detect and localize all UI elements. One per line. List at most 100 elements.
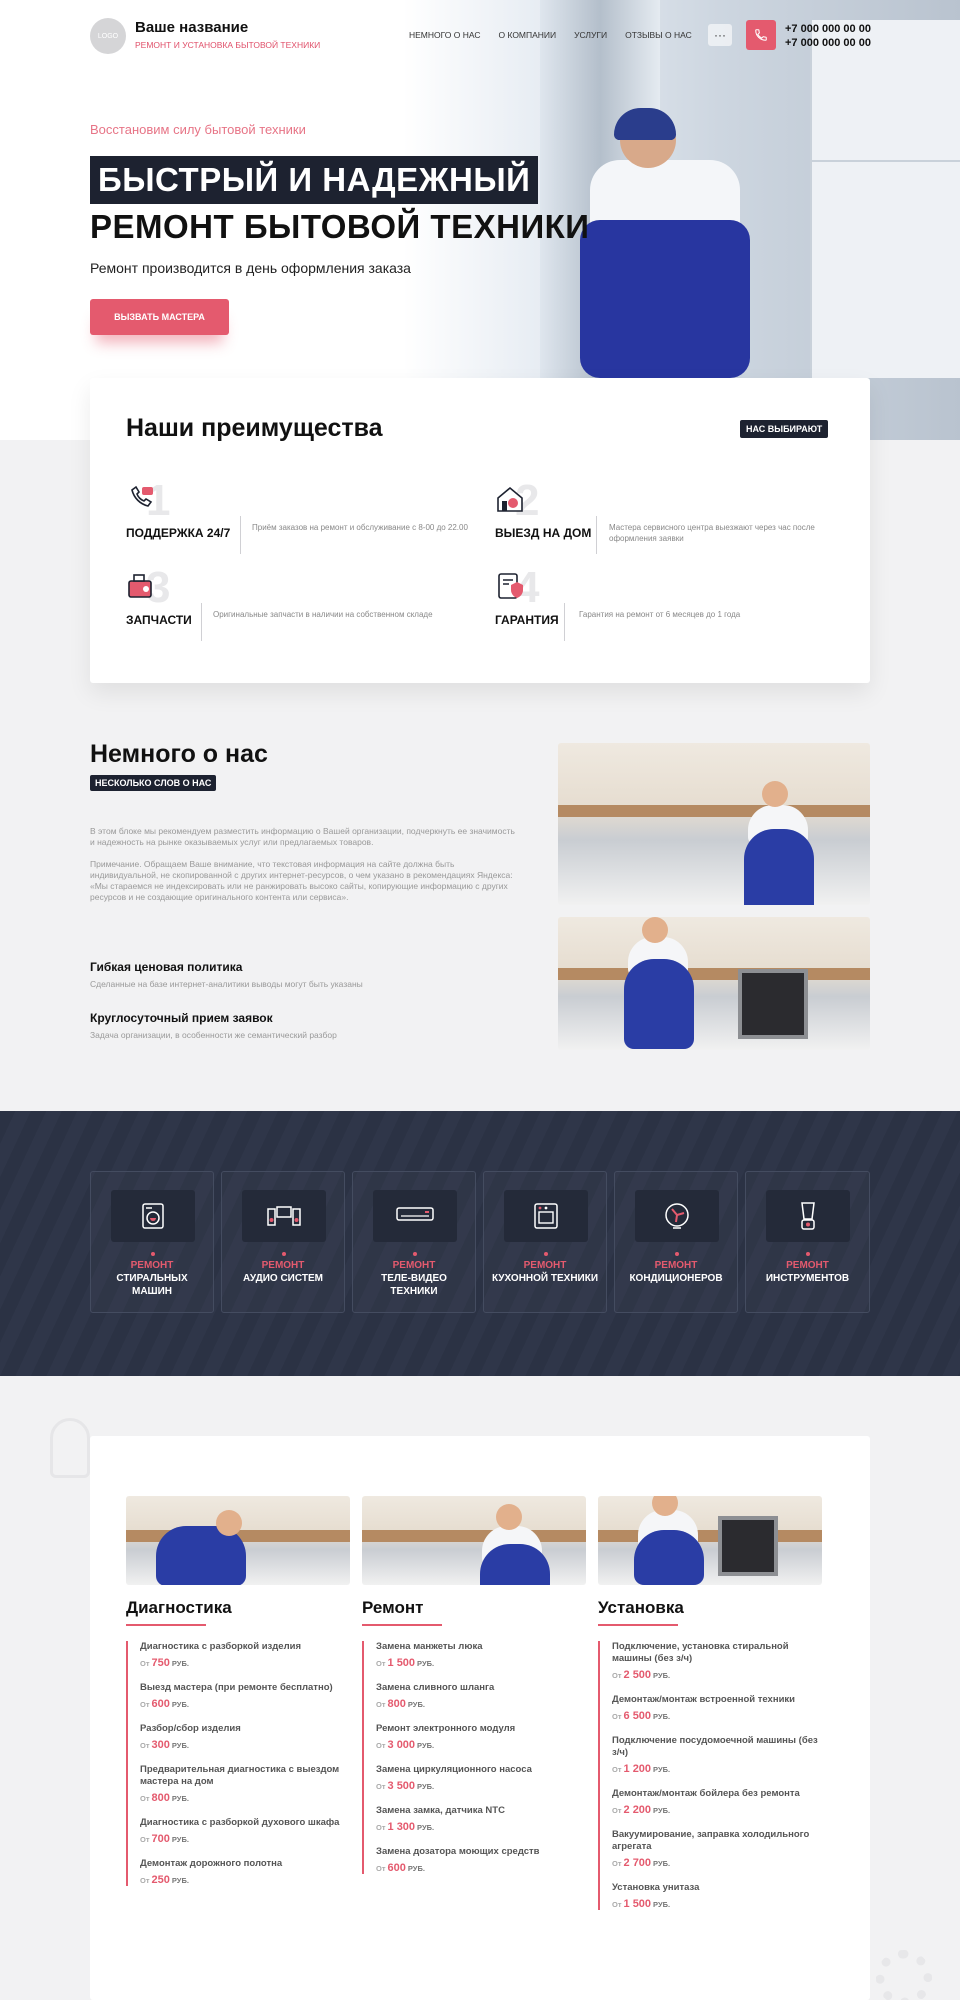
- parts-icon: [128, 574, 152, 598]
- price-item: Предварительная диагностика с выездом ма…: [140, 1764, 350, 1804]
- phone-number-1[interactable]: +7 000 000 00 00: [785, 22, 871, 36]
- price-item-name: Демонтаж/монтаж встроенной техники: [612, 1694, 796, 1705]
- price-value: 300: [151, 1739, 170, 1751]
- call-button[interactable]: [746, 20, 776, 50]
- price-item-name: Вакуумирование, заправка холодильного аг…: [612, 1829, 810, 1852]
- service-label-prefix: РЕМОНТ: [523, 1260, 567, 1271]
- feature-desc: Задача организации, в особенности же сем…: [90, 1030, 337, 1040]
- price-item: Ремонт электронного модуля От 3 000 РУБ.: [376, 1723, 586, 1751]
- service-label-prefix: РЕМОНТ: [786, 1260, 829, 1271]
- brand-name: Ваше название: [135, 19, 249, 36]
- advantage-desc: Гарантия на ремонт от 6 месяцев до 1 год…: [579, 610, 741, 619]
- about-photo-dishwasher: [558, 743, 870, 905]
- service-card-kitchen[interactable]: РЕМОНТ КУХОННОЙ ТЕХНИКИ: [483, 1171, 607, 1313]
- price-currency: РУБ.: [417, 1741, 435, 1750]
- price-value: 6 500: [623, 1710, 652, 1722]
- about-note: Примечание. Обращаем Ваше внимание, что …: [90, 859, 513, 902]
- advantage-desc: Приём заказов на ремонт и обслуживание с…: [252, 523, 468, 532]
- hero-title-line2: РЕМОНТ БЫТОВОЙ ТЕХНИКИ: [90, 208, 590, 245]
- price-item-name: Диагностика с разборкой изделия: [140, 1641, 302, 1652]
- price-currency: РУБ.: [417, 1823, 435, 1832]
- advantage-desc: Оригинальные запчасти в наличии на собст…: [213, 610, 433, 619]
- service-card-conditioners[interactable]: РЕМОНТ КОНДИЦИОНЕРОВ: [614, 1171, 738, 1313]
- service-card-tv[interactable]: РЕМОНТ ТЕЛЕ-ВИДЕО ТЕХНИКИ: [352, 1171, 476, 1313]
- price-currency: РУБ.: [417, 1782, 435, 1791]
- service-card-tools[interactable]: РЕМОНТ ИНСТРУМЕНТОВ: [745, 1171, 870, 1313]
- price-item: Замена циркуляционного насоса От 3 500 РУБ.: [376, 1764, 586, 1792]
- price-currency: РУБ.: [171, 1876, 189, 1885]
- price-currency: РУБ.: [653, 1765, 671, 1774]
- price-value: 1 200: [623, 1763, 652, 1775]
- price-item: Замена манжеты люка От 1 500 РУБ.: [376, 1641, 586, 1669]
- price-item-name: Предварительная диагностика с выездом ма…: [140, 1764, 340, 1787]
- hero-title-line1: БЫСТРЫЙ И НАДЕЖНЫЙ: [90, 156, 539, 204]
- price-item: Демонтаж/монтаж бойлера без ремонта От 2 2…: [612, 1788, 822, 1816]
- price-value: 2 200: [623, 1804, 652, 1816]
- service-card-washing[interactable]: РЕМОНТ СТИРАЛЬНЫХ МАШИН: [90, 1171, 214, 1313]
- price-item-name: Подключение, установка стиральной машины…: [612, 1641, 789, 1664]
- service-card-audio[interactable]: РЕМОНТ АУДИО СИСТЕМ: [221, 1171, 345, 1313]
- price-from: От: [376, 1823, 386, 1832]
- price-value: 600: [387, 1862, 406, 1874]
- about-paragraph: В этом блоке мы рекомендуем разместить и…: [90, 826, 515, 847]
- logo[interactable]: LOGO: [90, 18, 126, 54]
- price-value: 700: [151, 1833, 170, 1845]
- service-label: КОНДИЦИОНЕРОВ: [629, 1273, 723, 1284]
- nav-item-services[interactable]: УСЛУГИ: [574, 30, 607, 40]
- price-column-title: Установка: [598, 1598, 684, 1617]
- service-label: КУХОННОЙ ТЕХНИКИ: [491, 1273, 599, 1284]
- price-item-name: Установка унитаза: [612, 1882, 700, 1893]
- price-item: Замена дозатора моющих средств От 600 РУБ.: [376, 1846, 586, 1874]
- nav-item-about[interactable]: НЕМНОГО О НАС: [409, 30, 480, 40]
- advantage-name: ЗАПЧАСТИ: [126, 613, 192, 627]
- wrench-decoration-icon: [50, 1418, 90, 1478]
- price-item: Вакуумирование, заправка холодильного аг…: [612, 1829, 822, 1869]
- price-item-name: Подключение посудомоечной машины (без з/…: [612, 1735, 818, 1758]
- price-item-name: Демонтаж/монтаж бойлера без ремонта: [612, 1788, 800, 1799]
- price-item: Установка унитаза От 1 500 РУБ.: [612, 1882, 822, 1910]
- price-item-name: Демонтаж дорожного полотна: [140, 1858, 283, 1869]
- service-label: ТЕЛЕ-ВИДЕО ТЕХНИКИ: [381, 1273, 447, 1297]
- phone-numbers: +7 000 000 00 00 +7 000 000 00 00: [785, 22, 871, 50]
- service-label-prefix: РЕМОНТ: [261, 1260, 305, 1271]
- price-currency: РУБ.: [171, 1741, 189, 1750]
- price-item-name: Разбор/сбор изделия: [140, 1723, 241, 1734]
- price-from: От: [612, 1806, 622, 1815]
- price-item-name: Замена дозатора моющих средств: [376, 1846, 540, 1857]
- price-currency: РУБ.: [171, 1794, 189, 1803]
- call-master-button[interactable]: ВЫЗВАТЬ МАСТЕРА: [90, 299, 229, 335]
- advantage-divider: [596, 516, 597, 554]
- price-from: От: [612, 1900, 622, 1909]
- price-list: Диагностика с разборкой изделия От 750 РУБ.…: [126, 1641, 350, 1886]
- diagnostics-photo: [126, 1496, 350, 1585]
- price-value: 800: [151, 1792, 170, 1804]
- feature-title: Круглосуточный прием заявок: [90, 1011, 273, 1025]
- price-from: От: [376, 1864, 386, 1873]
- washing-machine-icon: [142, 1203, 164, 1229]
- phone-number-2[interactable]: +7 000 000 00 00: [785, 36, 871, 50]
- nav-item-company[interactable]: О КОМПАНИИ: [498, 30, 556, 40]
- audio-system-icon: [267, 1206, 301, 1226]
- price-value: 3 000: [387, 1739, 416, 1751]
- services-band: РЕМОНТ СТИРАЛЬНЫХ МАШИН РЕМОНТ АУДИО СИС…: [0, 1111, 960, 1376]
- price-value: 250: [151, 1874, 170, 1886]
- nav-more-button[interactable]: ···: [708, 24, 732, 46]
- advantage-name: ПОДДЕРЖКА 24/7: [126, 526, 231, 540]
- phone-support-icon: [131, 485, 153, 507]
- price-item: Разбор/сбор изделия От 300 РУБ.: [140, 1723, 350, 1751]
- advantage-name: ВЫЕЗД НА ДОМ: [495, 526, 592, 540]
- advantage-item: 1 ПОДДЕРЖКА 24/7 Приём заказов на ремонт…: [126, 476, 496, 554]
- advantage-item: 3 ЗАПЧАСТИ Оригинальные запчасти в налич…: [126, 563, 496, 641]
- price-from: От: [140, 1700, 150, 1709]
- advantages-card: Наши преимущества НАС ВЫБИРАЮТ 1 ПОДДЕРЖ…: [90, 378, 870, 683]
- prices-card: Диагностика Диагностика с разборкой изде…: [90, 1436, 870, 2000]
- price-value: 750: [151, 1657, 170, 1669]
- price-currency: РУБ.: [171, 1835, 189, 1844]
- price-currency: РУБ.: [653, 1712, 671, 1721]
- price-item: Диагностика с разборкой духового шкафа От…: [140, 1817, 350, 1845]
- nav-item-reviews[interactable]: ОТЗЫВЫ О НАС: [625, 30, 692, 40]
- hero-lead: Ремонт производится в день оформления за…: [90, 260, 411, 276]
- phone-icon: [755, 29, 767, 41]
- price-item-name: Выезд мастера (при ремонте бесплатно): [140, 1682, 333, 1693]
- warranty-icon: [498, 573, 523, 599]
